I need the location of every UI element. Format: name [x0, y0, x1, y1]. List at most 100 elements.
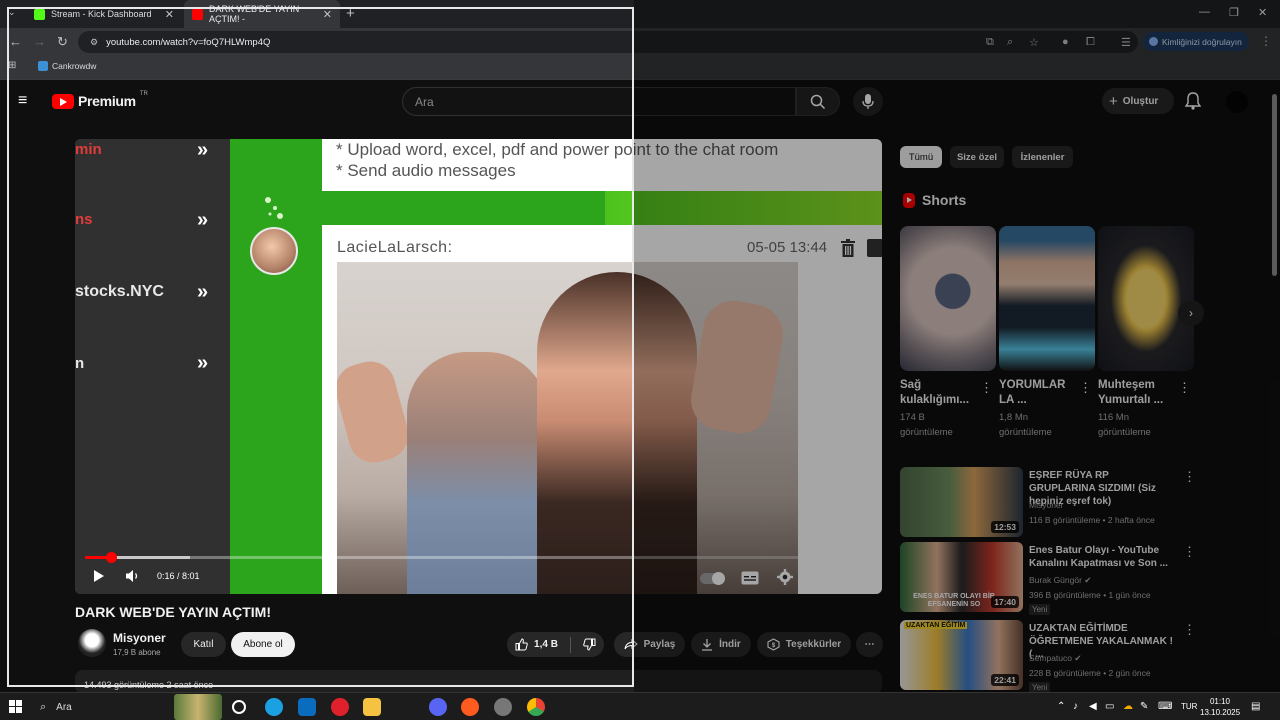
bookmark-star-icon[interactable]: ☆ — [1029, 36, 1039, 49]
logo-text: Premium — [78, 93, 136, 109]
reload-icon[interactable]: ↻ — [57, 34, 68, 50]
double-chevron-icon: » — [197, 209, 209, 231]
short-item[interactable]: Sağ kulaklığımı... 174 B görüntüleme ⋮ — [900, 226, 996, 440]
search-icon — [810, 94, 826, 109]
tray-network-icon[interactable]: ▭ — [1105, 701, 1114, 712]
apps-grid-icon[interactable]: ⊞ — [8, 60, 16, 71]
recommended-video[interactable]: UZAKTAN EĞİTİM 22:41 UZAKTAN EĞİTİMDE ÖĞ… — [900, 620, 1200, 693]
notifications-bell-icon[interactable] — [1185, 92, 1201, 110]
video-meta: 396 B görüntüleme • 1 gün önce — [1029, 590, 1151, 600]
minimize-icon[interactable]: — — [1199, 6, 1210, 18]
install-icon[interactable]: ⧉ — [986, 36, 994, 49]
clock[interactable]: 01:10 13.10.2025 — [1200, 696, 1240, 718]
download-button[interactable]: İndir — [691, 632, 751, 657]
chip-watched[interactable]: İzlenenler — [1012, 146, 1073, 168]
recommended-video[interactable]: 12:53 EŞREF RÜYA RP GRUPLARINA SIZDIM! (… — [900, 467, 1200, 539]
extensions-icon[interactable]: ⧠ — [1086, 36, 1095, 49]
play-icon[interactable] — [93, 569, 105, 583]
channel-name[interactable]: Misyoner — [113, 631, 166, 645]
search-button[interactable] — [796, 87, 840, 116]
bookmark-item[interactable]: Cankrowdw — [38, 61, 96, 71]
create-button[interactable]: + Oluştur — [1102, 88, 1174, 114]
menu-hamburger-icon[interactable]: ≡ — [18, 93, 27, 109]
tab-search-icon[interactable]: ⌄ — [8, 7, 16, 18]
short-item[interactable]: Muhteşem Yumurtalı ... 116 Mn görüntülem… — [1098, 226, 1194, 440]
tray-keyboard-icon[interactable]: ⌨ — [1158, 701, 1172, 712]
shorts-next-chevron-icon[interactable]: › — [1178, 300, 1204, 326]
close-tab-icon[interactable]: ✕ — [323, 8, 332, 21]
thumbs-down-icon[interactable] — [583, 638, 596, 651]
tab-kick-dashboard[interactable]: Stream - Kick Dashboard ✕ — [26, 0, 182, 28]
obs-icon[interactable] — [494, 698, 512, 716]
chip-for-you[interactable]: Size özel — [950, 146, 1004, 168]
video-player[interactable]: min ns stocks.NYC n » » » » * Upload wor… — [75, 139, 882, 594]
theater-mode-icon[interactable] — [810, 571, 829, 583]
autoplay-toggle[interactable] — [700, 572, 725, 585]
new-tab-icon[interactable]: + — [346, 5, 355, 22]
join-button[interactable]: Katıl — [181, 632, 226, 657]
progress-bar[interactable] — [85, 552, 872, 563]
close-window-icon[interactable]: ✕ — [1258, 6, 1267, 19]
back-icon[interactable]: ← — [9, 34, 22, 49]
search-input[interactable]: Ara — [402, 87, 796, 116]
chrome-menu-icon[interactable]: ⋮ — [1260, 34, 1272, 48]
tray-mic-icon[interactable]: ♪ — [1073, 701, 1078, 712]
windows-start-icon[interactable] — [9, 700, 22, 713]
input-language[interactable]: TUR — [1181, 702, 1197, 711]
chip-all[interactable]: Tümü — [900, 146, 942, 168]
tray-chevron-icon[interactable]: ⌃ — [1057, 701, 1065, 712]
channel-avatar[interactable] — [78, 629, 106, 657]
notifications-icon[interactable]: ▤ — [1251, 701, 1260, 712]
firefox-icon[interactable] — [461, 698, 479, 716]
extension-dot-icon[interactable]: ● — [1062, 36, 1069, 48]
tab-youtube-video[interactable]: DARK WEB'DE YAYIN AÇTIM! - ✕ — [184, 0, 340, 28]
subtitles-icon[interactable] — [741, 571, 759, 585]
short-menu-icon[interactable]: ⋮ — [980, 380, 993, 396]
settings-gear-icon[interactable] — [777, 569, 793, 585]
like-button[interactable]: 1,4 B — [515, 638, 558, 651]
more-actions-icon[interactable]: ⋯ — [856, 632, 883, 657]
task-view-icon[interactable] — [232, 700, 246, 714]
file-explorer-icon[interactable] — [363, 698, 381, 716]
video-menu-icon[interactable]: ⋮ — [1183, 622, 1196, 638]
scrollbar-thumb[interactable] — [1272, 94, 1277, 276]
short-menu-icon[interactable]: ⋮ — [1079, 380, 1092, 396]
youtube-logo[interactable]: Premium TR — [52, 91, 148, 109]
recommended-video[interactable]: ENES BATUR OLAYI BİR EFSANENİN SO 17:40 … — [900, 542, 1200, 615]
restore-icon[interactable]: ❐ — [1229, 6, 1239, 19]
chat-user-avatar — [250, 227, 298, 275]
tray-pen-icon[interactable]: ✎ — [1140, 701, 1148, 712]
edge-icon[interactable] — [265, 698, 283, 716]
progress-scrubber[interactable] — [105, 552, 117, 563]
subscribe-button[interactable]: Abone ol — [231, 632, 295, 657]
thanks-button[interactable]: $ Teşekkürler — [757, 632, 851, 657]
omnibox[interactable]: ⚙ youtube.com/watch?v=foQ7HLWmp4Q — [78, 31, 1138, 53]
discord-icon[interactable] — [429, 698, 447, 716]
video-menu-icon[interactable]: ⋮ — [1183, 469, 1196, 485]
tray-cloud-icon[interactable]: ☁ — [1123, 701, 1133, 712]
short-item[interactable]: YORUMLAR LA ... 1,8 Mn görüntüleme ⋮ — [999, 226, 1095, 440]
reading-list-icon[interactable]: ☰ — [1121, 36, 1131, 49]
profile-button[interactable]: Kimliğinizi doğrulayın — [1143, 32, 1249, 51]
fullscreen-icon[interactable] — [848, 569, 863, 584]
video-left-text: n — [75, 355, 85, 372]
taskbar-search[interactable]: ⌕ Ara — [34, 693, 224, 720]
opera-icon[interactable] — [331, 698, 349, 716]
account-avatar[interactable] — [1226, 91, 1248, 113]
short-menu-icon[interactable]: ⋮ — [1178, 380, 1191, 396]
share-button[interactable]: Paylaş — [614, 632, 685, 657]
share-label: Paylaş — [643, 639, 676, 650]
chrome-icon[interactable] — [527, 698, 545, 716]
close-tab-icon[interactable]: ✕ — [165, 8, 174, 21]
trash-icon — [841, 239, 855, 257]
page-scrollbar[interactable] — [1268, 80, 1280, 692]
zoom-icon[interactable]: ⌕ — [1007, 36, 1013, 49]
store-icon[interactable] — [298, 698, 316, 716]
video-menu-icon[interactable]: ⋮ — [1183, 544, 1196, 560]
voice-search-button[interactable] — [853, 87, 883, 116]
site-info-icon[interactable]: ⚙ — [90, 37, 98, 48]
description-box[interactable]: 14.493 görüntüleme 2 saat önce — [75, 670, 882, 694]
forward-icon[interactable]: → — [33, 34, 46, 49]
volume-icon[interactable] — [125, 569, 141, 583]
tray-speaker-icon[interactable]: ◀ — [1089, 701, 1097, 712]
